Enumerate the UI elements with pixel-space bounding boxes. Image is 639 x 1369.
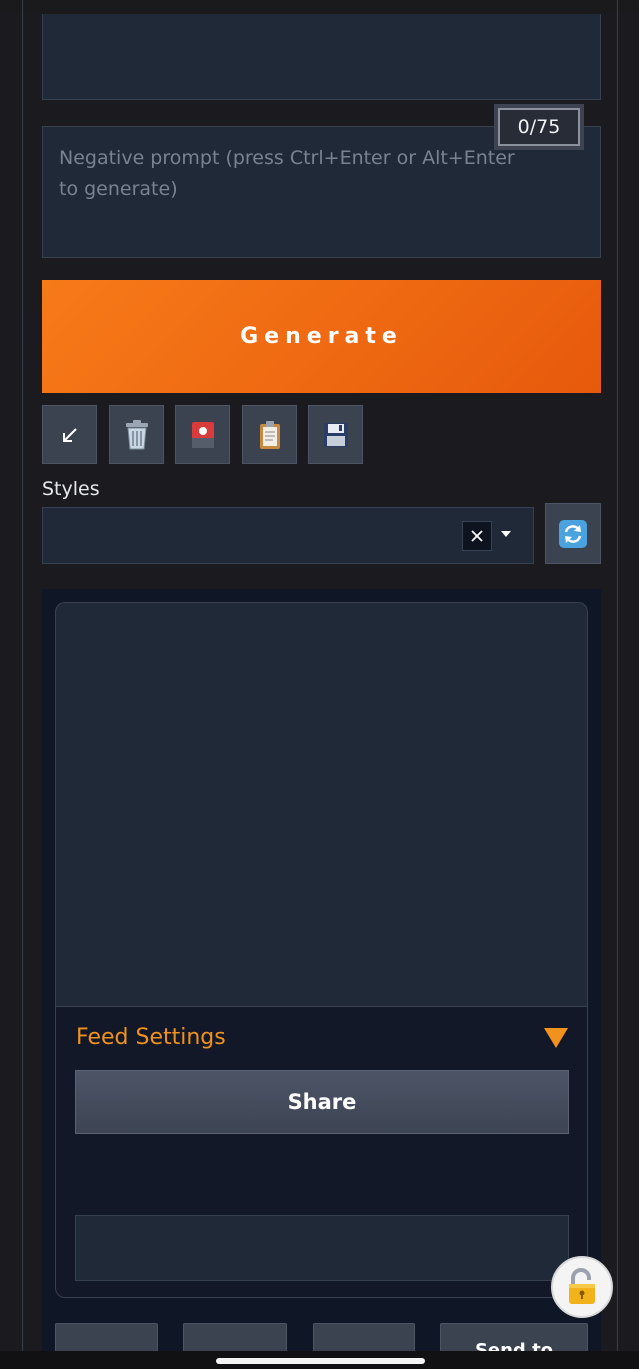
token-counter: 0/75 <box>494 104 584 150</box>
styles-label: Styles <box>42 478 100 500</box>
frame-right-border <box>617 0 618 1351</box>
floppy-disk-icon <box>323 422 348 447</box>
close-icon[interactable] <box>462 521 492 551</box>
lock-button[interactable] <box>551 1256 613 1318</box>
clear-prompt-button[interactable] <box>109 405 164 464</box>
arrow-down-left-icon <box>62 427 77 442</box>
clipboard-icon <box>259 420 280 449</box>
chevron-down-icon[interactable] <box>499 527 513 541</box>
triangle-down-icon[interactable] <box>543 1027 569 1049</box>
token-counter-value: 0/75 <box>498 108 580 146</box>
unlocked-padlock-icon <box>569 1268 595 1304</box>
top-strip <box>0 0 639 14</box>
negative-prompt-placeholder: Negative prompt (press Ctrl+Enter or Alt… <box>59 147 515 200</box>
read-params-button[interactable] <box>42 405 97 464</box>
refresh-icon <box>559 519 587 548</box>
output-gallery <box>55 602 588 1006</box>
refresh-styles-button[interactable] <box>545 503 601 564</box>
feed-settings-input[interactable] <box>75 1215 569 1281</box>
prompt-textarea[interactable] <box>42 14 601 100</box>
trash-icon <box>125 419 148 449</box>
frame-left-border <box>22 0 23 1351</box>
extra-networks-button[interactable] <box>175 405 230 464</box>
paste-prompt-button[interactable] <box>242 405 297 464</box>
generate-button[interactable]: Generate <box>42 280 601 393</box>
feed-settings-panel: Feed Settings Share <box>55 1006 588 1298</box>
styles-dropdown[interactable] <box>42 507 534 564</box>
feed-settings-title[interactable]: Feed Settings <box>76 1025 226 1050</box>
output-panel: Feed Settings Share Send to <box>42 589 601 1369</box>
home-indicator[interactable] <box>216 1358 425 1364</box>
bottom-system-bar <box>0 1351 639 1369</box>
share-button[interactable]: Share <box>75 1070 569 1134</box>
picture-card-icon <box>191 421 214 448</box>
save-style-button[interactable] <box>308 405 363 464</box>
